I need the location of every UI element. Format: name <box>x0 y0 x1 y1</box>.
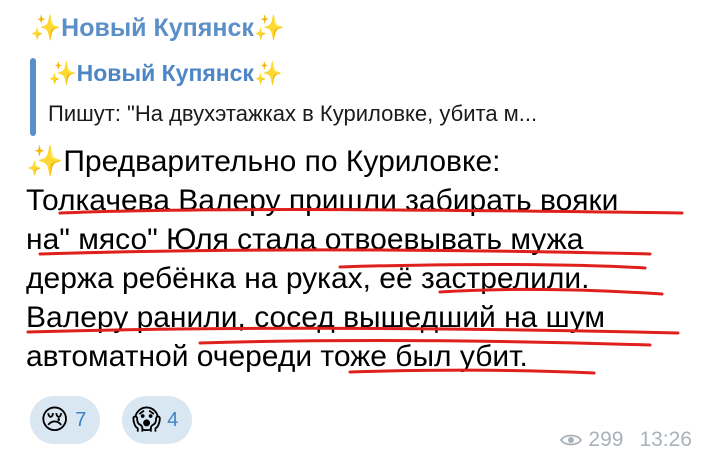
channel-name-label: Новый Купянск <box>61 14 254 42</box>
sparkle-icon: ✨ <box>253 60 283 86</box>
reaction-count: 7 <box>75 408 87 431</box>
crying-face-icon: 😢 <box>40 404 70 435</box>
message-line: Толкачева Валеру пришли забирать вояки <box>26 184 619 217</box>
sparkle-icon: ✨ <box>30 14 62 42</box>
sparkle-icon: ✨ <box>48 60 77 86</box>
message-line: автоматной очереди тоже был убит. <box>26 340 528 373</box>
reply-preview-text[interactable]: Пишут: "На двухэтажках в Куриловке, убит… <box>48 101 537 127</box>
reaction-crying[interactable]: 😢 7 <box>30 396 101 444</box>
message-meta: 299 13:26 <box>560 428 692 452</box>
reaction-screaming[interactable]: 😱 4 <box>122 396 193 444</box>
screaming-face-icon: 😱 <box>132 404 162 435</box>
view-count: 299 <box>588 428 624 451</box>
reply-title-label: Новый Купянск <box>76 60 254 86</box>
message-line: на" мясо" Юля стала отвоевывать мужа <box>26 223 584 256</box>
message-body: ✨Предварительно по Куриловке: Толкачева … <box>26 142 716 376</box>
sparkle-icon: ✨ <box>253 14 286 42</box>
reply-quote-bar[interactable] <box>30 58 36 136</box>
message-time: 13:26 <box>639 428 692 451</box>
eye-icon <box>560 434 583 446</box>
reply-title[interactable]: ✨Новый Купянск✨ <box>48 60 283 87</box>
message-line: ✨Предварительно по Куриловке: <box>26 145 501 178</box>
channel-name[interactable]: ✨Новый Купянск✨ <box>30 14 285 43</box>
message-line: держа ребёнка на руках, её застрелили. <box>26 262 590 295</box>
message-line: Валеру ранили, сосед вышедший на шум <box>26 301 606 334</box>
reaction-count: 4 <box>167 408 179 431</box>
